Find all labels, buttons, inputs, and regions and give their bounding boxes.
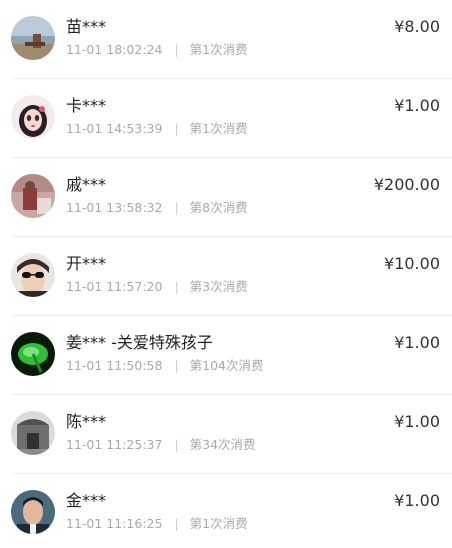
donation-time: 11-01 11:25:37 [66,437,163,452]
meta-separator: | [174,279,179,294]
donation-meta: 11-01 11:57:20 | 第3次消费 [66,279,248,295]
man-portrait-avatar [11,490,55,534]
list-item[interactable]: 戚*** 11-01 13:58:32 | 第8次消费 ¥200.00 [0,158,452,237]
list-item[interactable]: 开*** 11-01 11:57:20 | 第3次消费 ¥10.00 [0,237,452,316]
meta-separator: | [174,516,179,531]
donation-count: 第1次消费 [189,42,248,57]
meta-separator: | [174,437,179,452]
donor-name: 开*** [66,254,107,273]
donor-name: 姜*** -关爱特殊孩子 [66,333,213,352]
donation-time: 11-01 18:02:24 [66,42,163,57]
donation-time: 11-01 11:16:25 [66,516,163,531]
donation-time: 11-01 11:57:20 [66,279,163,294]
list-item[interactable]: 卡*** 11-01 14:53:39 | 第1次消费 ¥1.00 [0,79,452,158]
list-item[interactable]: 陈*** 11-01 11:25:37 | 第34次消费 ¥1.00 [0,395,452,474]
cartoon-girl-avatar [11,95,55,139]
list-item[interactable]: 苗*** 11-01 18:02:24 | 第1次消费 ¥8.00 [0,0,452,79]
beach-photo-avatar [11,16,55,60]
donation-count: 第34次消费 [189,437,256,452]
green-leaf-avatar [11,332,55,376]
donation-count: 第1次消费 [189,121,248,136]
donation-time: 11-01 14:53:39 [66,121,163,136]
donation-meta: 11-01 11:50:58 | 第104次消费 [66,358,264,374]
donor-name: 卡*** [66,96,107,115]
donation-amount: ¥8.00 [394,17,440,36]
donation-time: 11-01 13:58:32 [66,200,163,215]
donor-name: 陈*** [66,412,107,431]
monument-photo-avatar [11,411,55,455]
donation-list: 苗*** 11-01 18:02:24 | 第1次消费 ¥8.00 卡*** 11-… [0,0,452,548]
meta-separator: | [174,42,179,57]
meta-separator: | [174,200,179,215]
person-photo-avatar [11,174,55,218]
donation-amount: ¥200.00 [373,175,440,194]
donor-name: 金*** [66,491,107,510]
donation-time: 11-01 11:50:58 [66,358,163,373]
donation-amount: ¥1.00 [394,96,440,115]
donation-count: 第1次消费 [189,516,248,531]
donation-amount: ¥1.00 [394,333,440,352]
sunglasses-selfie-avatar [11,253,55,297]
donation-count: 第104次消费 [189,358,264,373]
donor-name: 戚*** [66,175,107,194]
donation-amount: ¥10.00 [384,254,440,273]
donation-meta: 11-01 11:25:37 | 第34次消费 [66,437,256,453]
meta-separator: | [174,358,179,373]
donation-meta: 11-01 11:16:25 | 第1次消费 [66,516,248,532]
donation-amount: ¥1.00 [394,491,440,510]
donor-name: 苗*** [66,17,107,36]
donation-meta: 11-01 18:02:24 | 第1次消费 [66,42,248,58]
meta-separator: | [174,121,179,136]
donation-meta: 11-01 13:58:32 | 第8次消费 [66,200,248,216]
donation-count: 第3次消费 [189,279,248,294]
donation-count: 第8次消费 [189,200,248,215]
list-item[interactable]: 金*** 11-01 11:16:25 | 第1次消费 ¥1.00 [0,474,452,548]
donation-amount: ¥1.00 [394,412,440,431]
list-item[interactable]: 姜*** -关爱特殊孩子 11-01 11:50:58 | 第104次消费 ¥1.0… [0,316,452,395]
donation-meta: 11-01 14:53:39 | 第1次消费 [66,121,248,137]
